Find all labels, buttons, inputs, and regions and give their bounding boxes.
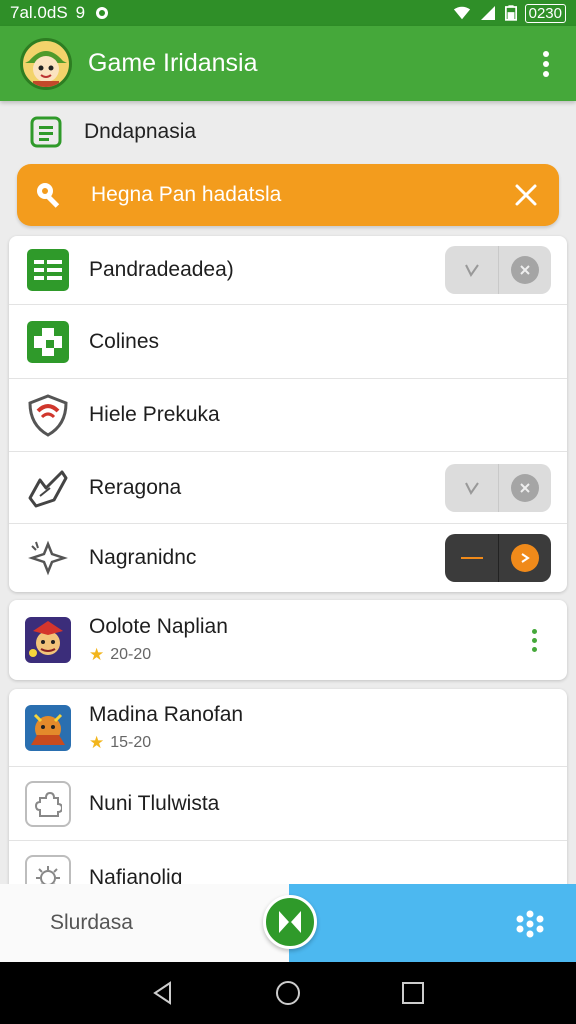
toggle-knob	[511, 256, 539, 284]
dots-grid-icon[interactable]	[514, 908, 546, 940]
settings-row-5[interactable]: Nagranidnc	[9, 524, 567, 592]
game-rating: ★ 20-20	[89, 645, 228, 665]
key-icon	[37, 183, 60, 208]
more-vert-icon[interactable]	[532, 628, 537, 652]
list-icon	[30, 116, 62, 148]
section-title: Dndapnasia	[84, 120, 197, 143]
game-name: Nuni Tlulwista	[89, 791, 220, 815]
more-vert-icon[interactable]	[536, 50, 556, 77]
game-thumb-1	[25, 617, 71, 663]
bottom-right-panel[interactable]	[289, 884, 576, 962]
settings-label: Colines	[89, 329, 160, 353]
search-bar[interactable]: Hegna Pan hadatsla	[17, 164, 559, 226]
puzzle-icon	[25, 780, 71, 827]
game-row[interactable]: Oolote Naplian ★ 20-20	[9, 600, 567, 680]
toggle-switch[interactable]	[445, 246, 551, 294]
search-input[interactable]: Hegna Pan hadatsla	[91, 183, 281, 207]
minus-icon	[460, 557, 483, 559]
toggle-knob	[511, 473, 539, 502]
hand-icon	[25, 465, 71, 511]
grid-green-icon	[25, 247, 71, 293]
notification-icon	[96, 7, 109, 19]
system-nav-bar	[0, 962, 576, 1024]
section-header: Dndapnasia	[0, 101, 576, 163]
battery-icon	[504, 5, 517, 21]
settings-label: Reragona	[89, 475, 182, 499]
bottom-left-button[interactable]: Slurdasa	[0, 884, 289, 962]
rating-value: 20-20	[110, 646, 152, 663]
game-card[interactable]: Oolote Naplian ★ 20-20	[9, 600, 567, 680]
game-name: Madina Ranofan	[89, 702, 244, 726]
game-name: Oolote Naplian	[89, 615, 228, 638]
toggle-switch[interactable]	[445, 463, 551, 512]
toggle-knob	[511, 544, 539, 572]
settings-label: Pandradeadea)	[89, 258, 234, 281]
sparkle-icon	[25, 535, 71, 581]
status-text: 7al.0dS	[10, 3, 68, 22]
status-time: 0230	[524, 3, 566, 23]
shield-icon	[25, 392, 71, 438]
app-title: Game Iridansia	[88, 49, 258, 77]
settings-row-1[interactable]: Pandradeadea)	[9, 236, 567, 305]
game-row[interactable]: Madina Ranofan ★ 15-20	[9, 689, 567, 767]
plus-square-icon	[25, 319, 71, 365]
recents-icon[interactable]	[397, 977, 429, 1009]
status-number: 9	[75, 3, 86, 22]
wifi-icon	[453, 6, 470, 20]
toggle-switch-on[interactable]	[445, 534, 551, 582]
games-list-card: Madina Ranofan ★ 15-20 Nuni Tlulwista Na…	[9, 689, 567, 909]
bottom-left-label: Slurdasa	[50, 911, 133, 934]
settings-row-3[interactable]: Hiele Prekuka	[9, 379, 567, 452]
star-icon: ★	[89, 732, 105, 752]
signal-icon	[480, 6, 495, 20]
app-bar: Game Iridansia	[0, 26, 576, 101]
settings-row-2[interactable]: Colines	[9, 305, 567, 379]
game-thumb-2	[25, 704, 71, 751]
status-bar: 7al.0dS 9 0230	[0, 0, 576, 26]
settings-row-4[interactable]: Reragona	[9, 452, 567, 524]
settings-label: Hiele Prekuka	[89, 403, 220, 426]
home-icon[interactable]	[272, 977, 304, 1009]
rating-value: 15-20	[110, 733, 152, 751]
game-row[interactable]: Nuni Tlulwista	[9, 767, 567, 841]
star-icon: ★	[89, 645, 105, 664]
close-icon[interactable]	[511, 180, 541, 210]
game-rating: ★ 15-20	[89, 733, 243, 753]
mascot-logo-icon[interactable]	[20, 37, 72, 90]
check-icon	[464, 481, 479, 495]
back-icon[interactable]	[147, 977, 179, 1009]
settings-card: Pandradeadea) Colines Hiele Prekuka Rera…	[9, 236, 567, 592]
x-action-icon[interactable]	[263, 895, 317, 949]
settings-label: Nagranidnc	[89, 546, 197, 569]
check-icon	[464, 264, 479, 277]
